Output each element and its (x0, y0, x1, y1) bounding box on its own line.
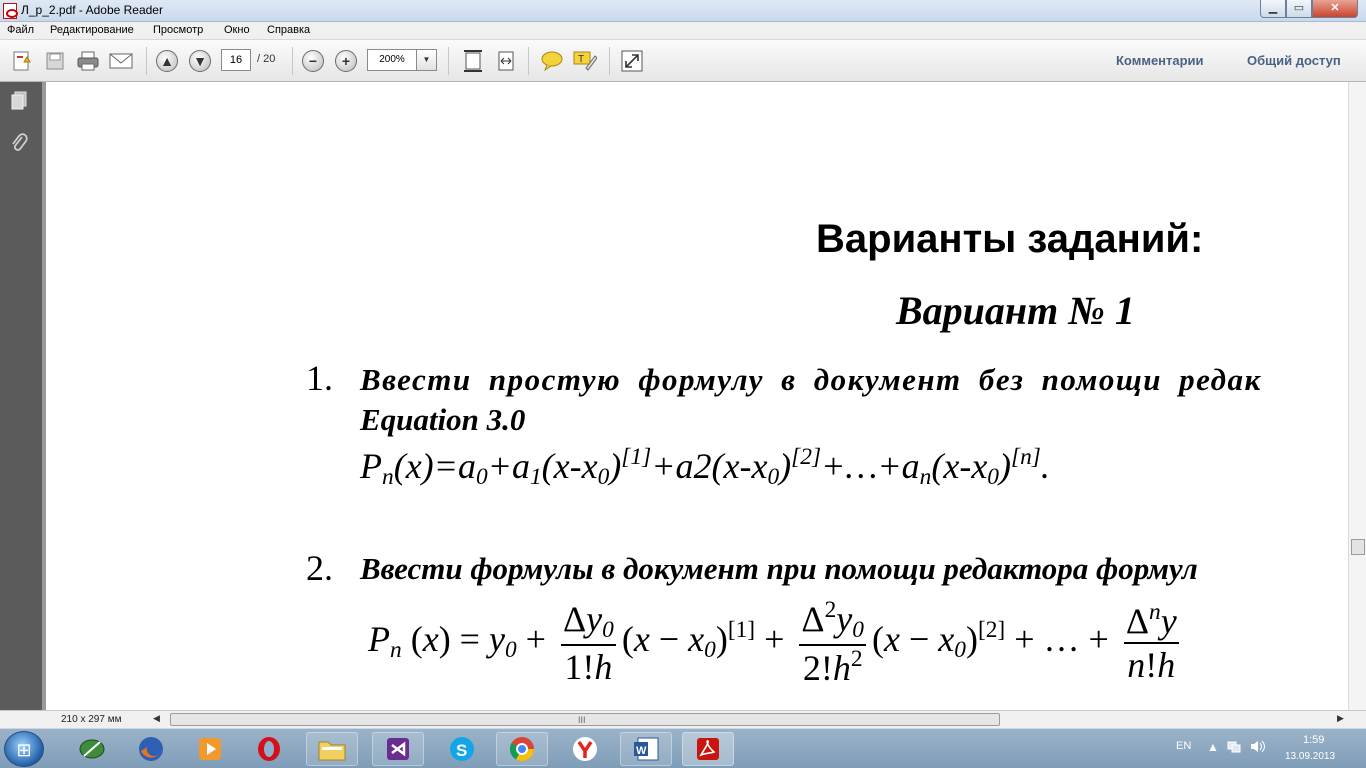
taskbar: ⊞ S W (0, 728, 1366, 768)
document-page[interactable]: Варианты заданий: Вариант № 1 1. Ввести … (42, 82, 1348, 710)
clock-time[interactable]: 1:59 (1303, 734, 1324, 746)
item-1-text: Ввести простую формулу в документ без по… (360, 362, 1262, 397)
menu-help[interactable]: Справка (267, 24, 310, 36)
page-size-label: 210 x 297 мм (61, 714, 122, 725)
comment-icon[interactable] (540, 49, 564, 73)
media-player-icon[interactable] (184, 732, 236, 766)
attachments-icon[interactable] (8, 132, 30, 154)
opera-icon[interactable] (243, 732, 295, 766)
fit-width-icon[interactable] (494, 49, 518, 73)
save-icon[interactable] (43, 49, 67, 73)
menu-view[interactable]: Просмотр (153, 24, 203, 36)
vertical-scrollbar[interactable] (1348, 82, 1366, 710)
minimize-button[interactable]: ▁ (1260, 0, 1286, 18)
svg-text:S: S (456, 741, 467, 760)
page-thumbnails-icon[interactable] (8, 90, 30, 112)
item-1-subtext: Equation 3.0 (360, 402, 526, 437)
full-screen-icon[interactable] (620, 49, 644, 73)
scroll-left-arrow[interactable]: ◀ (153, 713, 160, 724)
item-1-number: 1. (306, 358, 333, 398)
menu-window[interactable]: Окно (224, 24, 250, 36)
toolbar-separator (448, 47, 449, 75)
visual-studio-icon[interactable] (372, 732, 424, 766)
formula-newton: Pn (x) = y0 + Δy0 1!h (x − x0)[1] + Δ2y0 2!… (368, 597, 1179, 688)
skype-icon[interactable]: S (436, 732, 488, 766)
volume-icon[interactable] (1250, 740, 1266, 756)
page-count: / 20 (257, 53, 276, 65)
title-bar: Л_р_2.pdf - Adobe Reader ▁ ▭ ✕ (0, 0, 1366, 22)
show-hidden-icons-icon[interactable]: ▲ (1207, 740, 1219, 754)
zoom-out-icon[interactable]: − (302, 50, 324, 72)
formula-simple: Pn(x)=a0+a1(x-x0)[1]+a2(x-x0)[2]+…+an(x-… (360, 444, 1050, 490)
network-icon[interactable] (1227, 740, 1241, 756)
toolbar-separator (292, 47, 293, 75)
next-page-icon[interactable]: ▼ (189, 50, 211, 72)
menu-file[interactable]: Файл (7, 24, 34, 36)
svg-text:W: W (636, 745, 647, 757)
menu-edit[interactable]: Редактирование (50, 24, 134, 36)
scroll-grip: III (578, 715, 586, 725)
chrome-icon[interactable] (496, 732, 548, 766)
maximize-button[interactable]: ▭ (1286, 0, 1312, 18)
share-link[interactable]: Общий доступ (1247, 53, 1341, 68)
page-number-input[interactable]: 16 (221, 49, 251, 71)
close-button[interactable]: ✕ (1312, 0, 1358, 18)
file-explorer-icon[interactable] (306, 732, 358, 766)
print-icon[interactable] (76, 49, 100, 73)
email-icon[interactable] (109, 49, 133, 73)
svg-text:T: T (578, 54, 584, 65)
status-bar: 210 x 297 мм ◀ III ▶ (0, 710, 1366, 728)
toolbar-separator (146, 47, 147, 75)
vertical-scroll-thumb[interactable] (1351, 539, 1365, 555)
toolbar-separator (609, 47, 610, 75)
media-center-icon[interactable] (66, 732, 118, 766)
windows-start-button[interactable]: ⊞ (4, 731, 44, 767)
zoom-input[interactable]: 200% (367, 49, 417, 71)
zoom-in-icon[interactable]: + (335, 50, 357, 72)
item-2-number: 2. (306, 548, 333, 588)
menu-bar: Файл Редактирование Просмотр Окно Справк… (0, 22, 1366, 40)
item-2-text: Ввести формулы в документ при помощи ред… (360, 551, 1198, 586)
toolbar-separator (528, 47, 529, 75)
firefox-icon[interactable] (125, 732, 177, 766)
comments-link[interactable]: Комментарии (1116, 53, 1204, 68)
variant-heading: Вариант № 1 (896, 288, 1135, 333)
scroll-right-arrow[interactable]: ▶ (1337, 713, 1344, 724)
clock-date[interactable]: 13.09.2013 (1285, 751, 1335, 762)
fit-page-icon[interactable] (461, 49, 485, 73)
word-icon[interactable]: W (620, 732, 672, 766)
language-indicator[interactable]: EN (1176, 740, 1191, 752)
zoom-dropdown-button[interactable]: ▼ (417, 49, 437, 71)
highlight-icon[interactable]: T (573, 49, 597, 73)
pdf-file-icon (3, 3, 18, 19)
navigation-pane (0, 82, 42, 710)
adobe-reader-icon[interactable] (682, 732, 734, 766)
window-title: Л_р_2.pdf - Adobe Reader (21, 3, 163, 17)
previous-page-icon[interactable]: ▲ (156, 50, 178, 72)
yandex-browser-icon[interactable] (559, 732, 611, 766)
document-heading: Варианты заданий: (816, 217, 1204, 261)
create-pdf-icon[interactable] (10, 49, 34, 73)
